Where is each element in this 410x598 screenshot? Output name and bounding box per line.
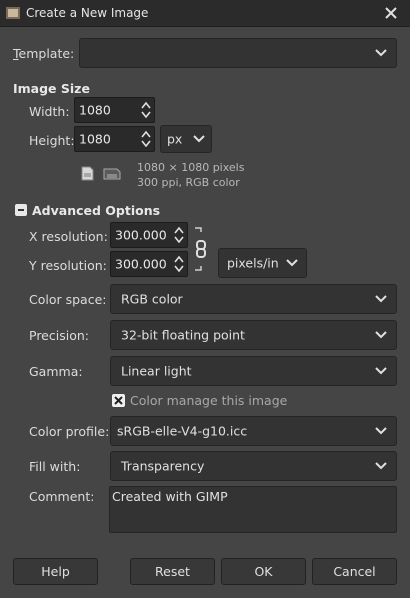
size-unit-value: px	[167, 131, 183, 147]
color-profile-combo[interactable]: sRGB-elle-V4-g10.icc	[110, 416, 397, 446]
portrait-icon[interactable]	[81, 166, 94, 181]
height-spinbox[interactable]: 1080	[74, 126, 155, 152]
gamma-label: Gamma:	[29, 364, 83, 379]
color-manage-label[interactable]: Color manage this image	[130, 393, 287, 408]
fill-with-label: Fill with:	[29, 459, 81, 474]
x-resolution-spinbox[interactable]: 300.000	[110, 222, 188, 248]
chain-link-icon[interactable]	[193, 226, 209, 272]
y-resolution-value: 300.000	[115, 256, 167, 272]
gamma-value: Linear light	[121, 363, 192, 379]
comment-value: Created with GIMP	[112, 489, 228, 504]
template-combo[interactable]	[79, 38, 397, 68]
chevron-down-icon	[193, 135, 205, 143]
decrement-icon[interactable]	[174, 236, 184, 244]
decrement-icon[interactable]	[141, 140, 151, 148]
precision-value: 32-bit floating point	[121, 327, 245, 343]
resolution-unit-combo[interactable]: pixels/in	[218, 248, 307, 278]
color-profile-value: sRGB-elle-V4-g10.icc	[117, 423, 248, 439]
color-space-combo[interactable]: RGB color	[110, 284, 397, 314]
title-bar: Create a New Image	[0, 0, 410, 27]
decrement-icon[interactable]	[141, 111, 151, 119]
size-unit-combo[interactable]: px	[160, 125, 212, 153]
decrement-icon[interactable]	[174, 265, 184, 273]
help-button[interactable]: Help	[13, 558, 98, 585]
size-info-line2: 300 ppi, RGB color	[137, 176, 240, 189]
color-manage-checkbox[interactable]	[112, 394, 125, 407]
width-value: 1080	[79, 102, 111, 118]
height-label: Height:	[29, 133, 75, 148]
gamma-combo[interactable]: Linear light	[110, 356, 397, 386]
fill-with-value: Transparency	[121, 458, 205, 474]
color-space-value: RGB color	[121, 291, 183, 307]
reset-button[interactable]: Reset	[130, 558, 215, 585]
close-icon[interactable]	[382, 4, 400, 22]
x-resolution-label: X resolution:	[29, 229, 108, 244]
chevron-down-icon	[286, 259, 298, 267]
color-space-label: Color space:	[29, 292, 107, 307]
width-label: Width:	[29, 104, 70, 119]
cancel-button[interactable]: Cancel	[312, 558, 397, 585]
chevron-down-icon	[375, 49, 387, 57]
template-label: Template:	[13, 46, 75, 61]
chevron-down-icon	[375, 462, 387, 470]
check-x-icon	[114, 396, 123, 405]
window-title: Create a New Image	[26, 6, 149, 20]
height-value: 1080	[79, 131, 111, 147]
advanced-options-heading[interactable]: Advanced Options	[32, 203, 160, 218]
size-info-line1: 1080 × 1080 pixels	[137, 161, 245, 174]
increment-icon[interactable]	[174, 226, 184, 234]
template-label-text: emplate:	[18, 46, 75, 61]
comment-textarea[interactable]: Created with GIMP	[109, 486, 397, 533]
ok-button[interactable]: OK	[221, 558, 306, 585]
x-resolution-value: 300.000	[115, 227, 167, 243]
increment-icon[interactable]	[174, 255, 184, 263]
precision-label: Precision:	[29, 328, 89, 343]
precision-combo[interactable]: 32-bit floating point	[110, 320, 397, 350]
resolution-unit-value: pixels/in	[227, 255, 279, 271]
gimp-icon	[6, 7, 20, 19]
image-size-heading: Image Size	[13, 81, 90, 96]
chevron-down-icon	[375, 295, 387, 303]
chevron-down-icon	[375, 427, 387, 435]
chevron-down-icon	[375, 367, 387, 375]
y-resolution-label: Y resolution:	[29, 258, 107, 273]
comment-label: Comment:	[29, 489, 95, 504]
increment-icon[interactable]	[141, 130, 151, 138]
increment-icon[interactable]	[141, 101, 151, 109]
collapse-icon[interactable]	[15, 204, 27, 216]
y-resolution-spinbox[interactable]: 300.000	[110, 251, 188, 277]
landscape-icon[interactable]	[103, 168, 121, 180]
chevron-down-icon	[375, 331, 387, 339]
fill-with-combo[interactable]: Transparency	[110, 451, 397, 481]
color-profile-label: Color profile:	[29, 424, 110, 439]
width-spinbox[interactable]: 1080	[74, 97, 155, 123]
